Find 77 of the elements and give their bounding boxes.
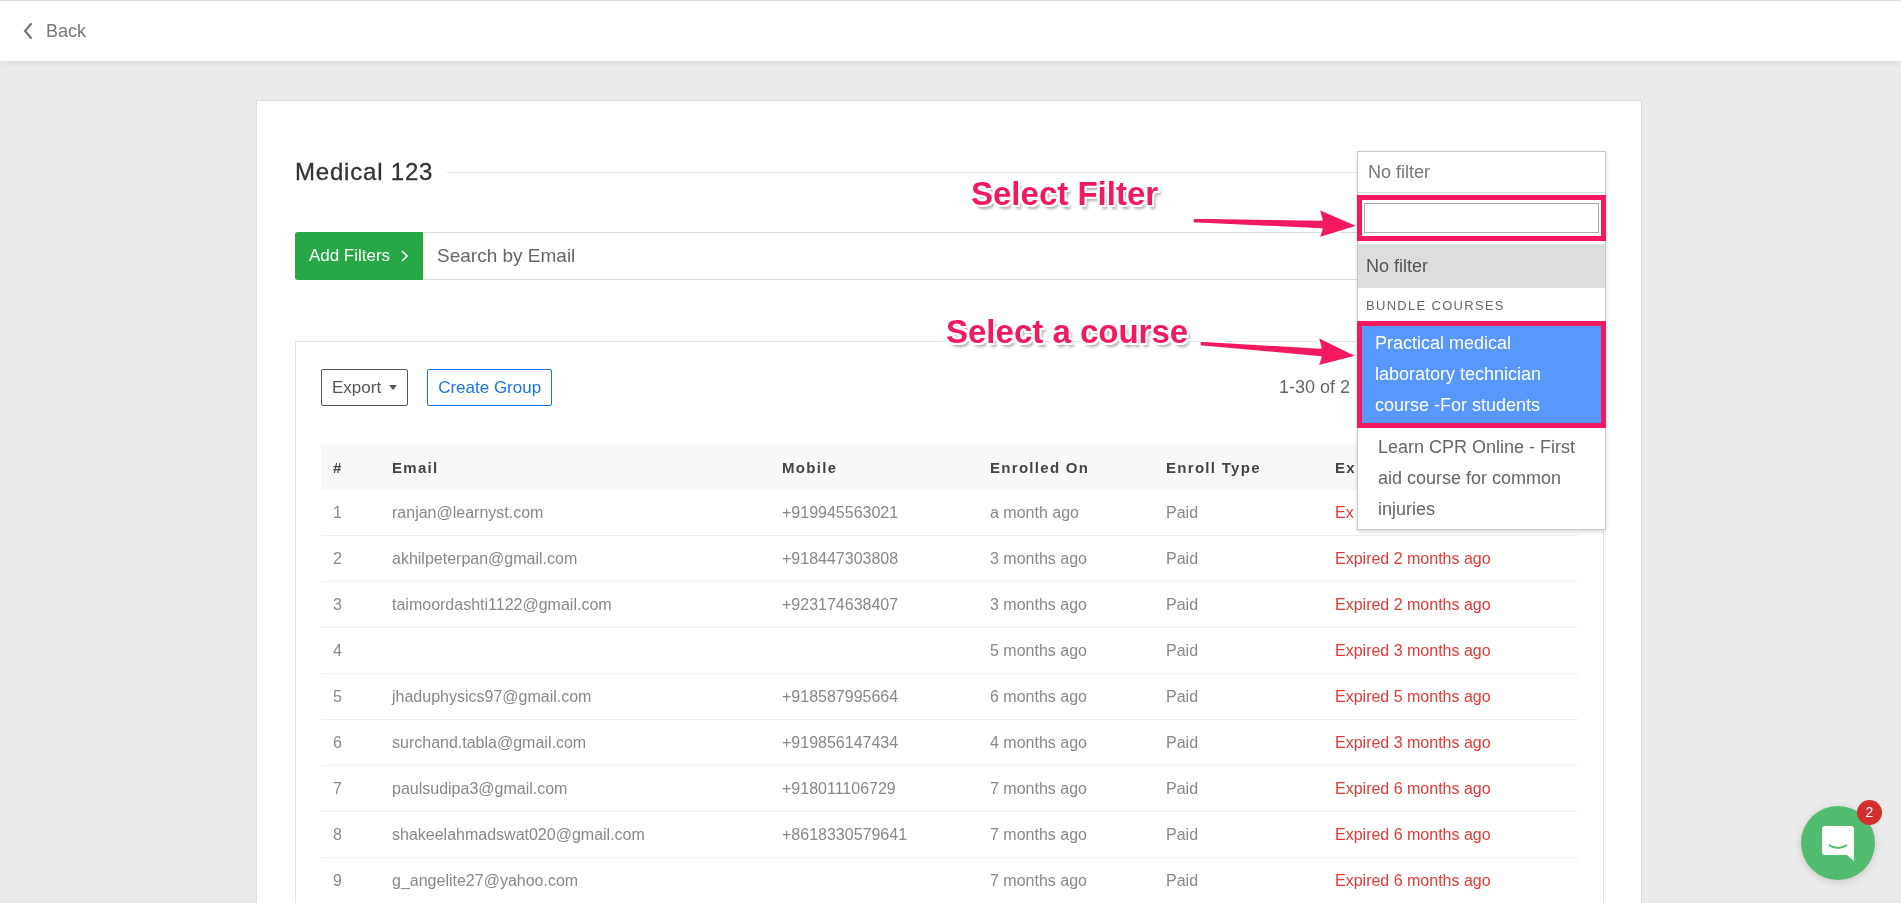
table-cell: g_angelite27@yahoo.com — [392, 871, 579, 889]
table-cell: jhaduphysics97@gmail.com — [392, 687, 592, 705]
table-cell: Paid — [1166, 687, 1199, 705]
page-title: Medical 123 — [295, 158, 434, 186]
table-cell: +8618330579641 — [782, 825, 908, 843]
annotation-text: Select Filter — [971, 175, 1159, 213]
column-header: Email — [392, 458, 439, 476]
table-cell: Paid — [1166, 595, 1199, 613]
table-cell: 7 months ago — [990, 779, 1087, 797]
pagination-text: 1-30 of 2 — [1278, 377, 1350, 398]
table-cell: Paid — [1166, 871, 1199, 889]
chat-button[interactable] — [1801, 806, 1875, 880]
create-group-button[interactable]: Create Group — [427, 369, 553, 406]
column-header: Ex — [1335, 458, 1356, 476]
chevron-left-icon — [22, 22, 34, 40]
table-cell: 4 months ago — [990, 733, 1087, 751]
table-cell: +923174638407 — [782, 595, 899, 613]
dropdown-option[interactable]: No filter — [1358, 244, 1605, 288]
table-cell: 4 — [333, 641, 342, 659]
table-cell: +919945563021 — [782, 503, 899, 521]
table-cell: Paid — [1166, 641, 1199, 659]
table-cell: ranjan@learnyst.com — [392, 503, 544, 521]
dropdown-option[interactable]: Learn CPR Online - First aid course for common injuries — [1358, 428, 1605, 529]
table-cell: Paid — [1166, 779, 1199, 797]
table-cell: 1 — [333, 503, 342, 521]
table-cell: Paid — [1166, 733, 1199, 751]
table-cell: 5 months ago — [990, 641, 1087, 659]
table-cell: surchand.tabla@gmail.com — [392, 733, 587, 751]
table-cell: +919856147434 — [782, 733, 899, 751]
table-cell: 7 months ago — [990, 871, 1087, 889]
export-button[interactable]: Export — [321, 369, 409, 406]
table-cell: Expired 5 months ago — [1335, 687, 1491, 705]
table-cell: Paid — [1166, 549, 1199, 567]
table-cell: 5 — [333, 687, 342, 705]
table-cell: Paid — [1166, 825, 1199, 843]
column-header: Enrolled On — [990, 458, 1090, 476]
table-cell: 3 — [333, 595, 342, 613]
table-cell: Expired 3 months ago — [1335, 733, 1491, 751]
table-cell: akhilpeterpan@gmail.com — [392, 549, 578, 567]
search-field[interactable] — [1364, 203, 1599, 233]
table-cell: 3 months ago — [990, 595, 1087, 613]
add-filters-button[interactable]: Add Filters — [295, 232, 423, 280]
table-cell: taimoordashti1122@gmail.com — [392, 595, 612, 613]
table-cell: Expired 3 months ago — [1335, 641, 1491, 659]
table-cell: Expired 6 months ago — [1335, 825, 1491, 843]
table-cell: Expired 2 months ago — [1335, 595, 1491, 613]
group-label: BUNDLE COURSES — [1365, 297, 1506, 315]
table-cell: 9 — [333, 871, 342, 889]
table-cell: Expired 6 months ago — [1335, 871, 1491, 889]
table-cell: paulsudipa3@gmail.com — [392, 779, 568, 797]
table-cell: 6 — [333, 733, 342, 751]
table-cell: 8 — [333, 825, 342, 843]
dropdown-option[interactable]: Practical medical laboratory technician course -For students — [1357, 321, 1606, 428]
table-cell: 3 months ago — [990, 549, 1087, 567]
select-field[interactable]: No filter — [1358, 152, 1605, 193]
table-cell: shakeelahmadswat020@gmail.com — [392, 825, 645, 843]
table-cell: 7 — [333, 779, 342, 797]
caret-icon — [389, 385, 398, 390]
table-cell: 2 — [333, 549, 342, 567]
table-cell: +918447303808 — [782, 549, 899, 567]
table-cell: 7 months ago — [990, 825, 1087, 843]
table-cell: 6 months ago — [990, 687, 1087, 705]
table-cell: Ex — [1335, 503, 1354, 521]
annotation-text: Select a course — [946, 313, 1189, 351]
notification-badge: 2 — [1857, 800, 1882, 825]
column-header: Mobile — [782, 458, 838, 476]
column-header: Enroll Type — [1166, 458, 1261, 476]
table-cell: Expired 2 months ago — [1335, 549, 1491, 567]
table-cell: +918587995664 — [782, 687, 899, 705]
back-link[interactable]: Back — [22, 20, 87, 42]
table-cell: Paid — [1166, 503, 1199, 521]
chat-icon — [1822, 825, 1854, 861]
table-cell: Expired 6 months ago — [1335, 779, 1491, 797]
table-cell: +918011106729 — [782, 779, 896, 797]
column-header: # — [333, 458, 343, 476]
table-cell: a month ago — [990, 503, 1079, 521]
chevron-icon — [400, 249, 410, 263]
